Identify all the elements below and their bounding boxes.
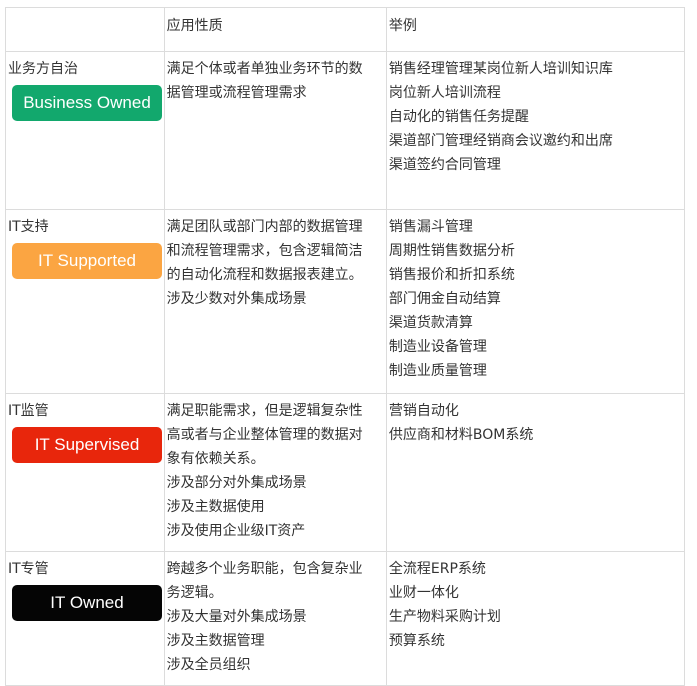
nature-line: 据管理或流程管理需求 [166, 85, 307, 101]
header-cell-nature: 应用性质 [163, 7, 387, 52]
nature-line: 象有依赖关系。 [166, 451, 265, 467]
example-item: 供应商和材料BOM系统 [388, 427, 534, 443]
nature-line: 涉及少数对外集成场景 [166, 291, 307, 307]
nature-line: 涉及主数据管理 [166, 633, 265, 649]
nature-line: 跨越多个业务职能，包含复杂业 [166, 561, 363, 577]
category-badge: IT Supported [12, 243, 162, 279]
examples-cell: 全流程ERP系统 业财一体化生产物料采购计划 预算系统 [385, 551, 686, 686]
header-cell-empty [5, 7, 165, 52]
example-item: 岗位新人培训流程 [388, 85, 501, 101]
category-label: IT专管 [8, 561, 49, 577]
header-row: 应用性质 举例 [5, 7, 686, 52]
nature-line: 涉及使用企业级IT资产 [166, 523, 306, 539]
example-item: 业财一体化 [388, 585, 459, 601]
nature-line: 满足个体或者单独业务环节的数 [166, 61, 363, 77]
table-row: IT支持 IT Supported 满足团队或部门内部的数据管理 和流程管理需求，… [5, 209, 686, 394]
example-item: 部门佣金自动结算 [388, 291, 501, 307]
category-cell: IT监管 IT Supervised [5, 393, 165, 552]
example-item: 渠道部门管理经销商会议邀约和出席 [388, 133, 613, 149]
category-badge: Business Owned [12, 85, 162, 121]
nature-cell: 满足团队或部门内部的数据管理 和流程管理需求，包含逻辑简洁 的自动化流程和数据报表建… [163, 209, 387, 394]
nature-cell: 满足个体或者单独业务环节的数 据管理或流程管理需求 [163, 51, 387, 210]
example-item: 销售报价和折扣系统 [388, 267, 515, 283]
example-item: 营销自动化 [388, 403, 459, 419]
header-cell-examples: 举例 [385, 7, 686, 52]
comparison-table: 应用性质 举例 业务方自治 Business Owned 满足个体或者单独业务环… [5, 7, 686, 686]
table-row: 业务方自治 Business Owned 满足个体或者单独业务环节的数 据管理或流… [5, 51, 686, 210]
category-label: IT支持 [8, 219, 49, 235]
category-cell: IT专管 IT Owned [5, 551, 165, 686]
example-item: 生产物料采购计划 [388, 609, 501, 625]
category-label: IT监管 [8, 403, 49, 419]
example-item: 渠道签约合同管理 [388, 157, 501, 173]
nature-line: 高或者与企业整体管理的数据对 [166, 427, 363, 443]
example-item: 制造业设备管理 [388, 339, 487, 355]
nature-line: 务逻辑。 [166, 585, 223, 601]
nature-line: 满足团队或部门内部的数据管理 [166, 219, 363, 235]
category-cell: 业务方自治 Business Owned [5, 51, 165, 210]
example-item: 制造业质量管理 [388, 363, 487, 379]
example-item: 销售漏斗管理 [388, 219, 473, 235]
example-item: 销售经理管理某岗位新人培训知识库 [388, 61, 613, 77]
example-item: 自动化的销售任务提醒 [388, 109, 529, 125]
nature-line: 满足职能需求，但是逻辑复杂性 [166, 403, 363, 419]
category-cell: IT支持 IT Supported [5, 209, 165, 394]
example-item: 全流程ERP系统 [388, 561, 486, 577]
table-row: IT专管 IT Owned 跨越多个业务职能，包含复杂业 务逻辑。涉及大量对外集成… [5, 551, 686, 686]
nature-cell: 跨越多个业务职能，包含复杂业 务逻辑。涉及大量对外集成场景 涉及主数据管理 涉及全员组… [163, 551, 387, 686]
category-label: 业务方自治 [8, 61, 78, 77]
nature-line: 涉及部分对外集成场景 [166, 475, 307, 491]
nature-cell: 满足职能需求，但是逻辑复杂性 高或者与企业整体管理的数据对 象有依赖关系。涉及部分对… [163, 393, 387, 552]
examples-cell: 销售漏斗管理周期性销售数据分析 销售报价和折扣系统 部门佣金自动结算 渠道货款清算 制造… [385, 209, 686, 394]
example-item: 预算系统 [388, 633, 445, 649]
examples-cell: 营销自动化供应商和材料BOM系统 [385, 393, 686, 552]
category-badge: IT Owned [12, 585, 162, 621]
nature-line: 和流程管理需求，包含逻辑简洁 [166, 243, 363, 259]
nature-line: 涉及主数据使用 [166, 499, 265, 515]
table-row: IT监管 IT Supervised 满足职能需求，但是逻辑复杂性 高或者与企业整… [5, 393, 686, 552]
nature-line: 涉及大量对外集成场景 [166, 609, 307, 625]
nature-line: 的自动化流程和数据报表建立。 [166, 267, 363, 283]
examples-cell: 销售经理管理某岗位新人培训知识库 岗位新人培训流程自动化的销售任务提醒渠道部门管理… [385, 51, 686, 210]
example-item: 渠道货款清算 [388, 315, 473, 331]
nature-line: 涉及全员组织 [166, 657, 251, 673]
example-item: 周期性销售数据分析 [388, 243, 515, 259]
category-badge: IT Supervised [12, 427, 162, 463]
